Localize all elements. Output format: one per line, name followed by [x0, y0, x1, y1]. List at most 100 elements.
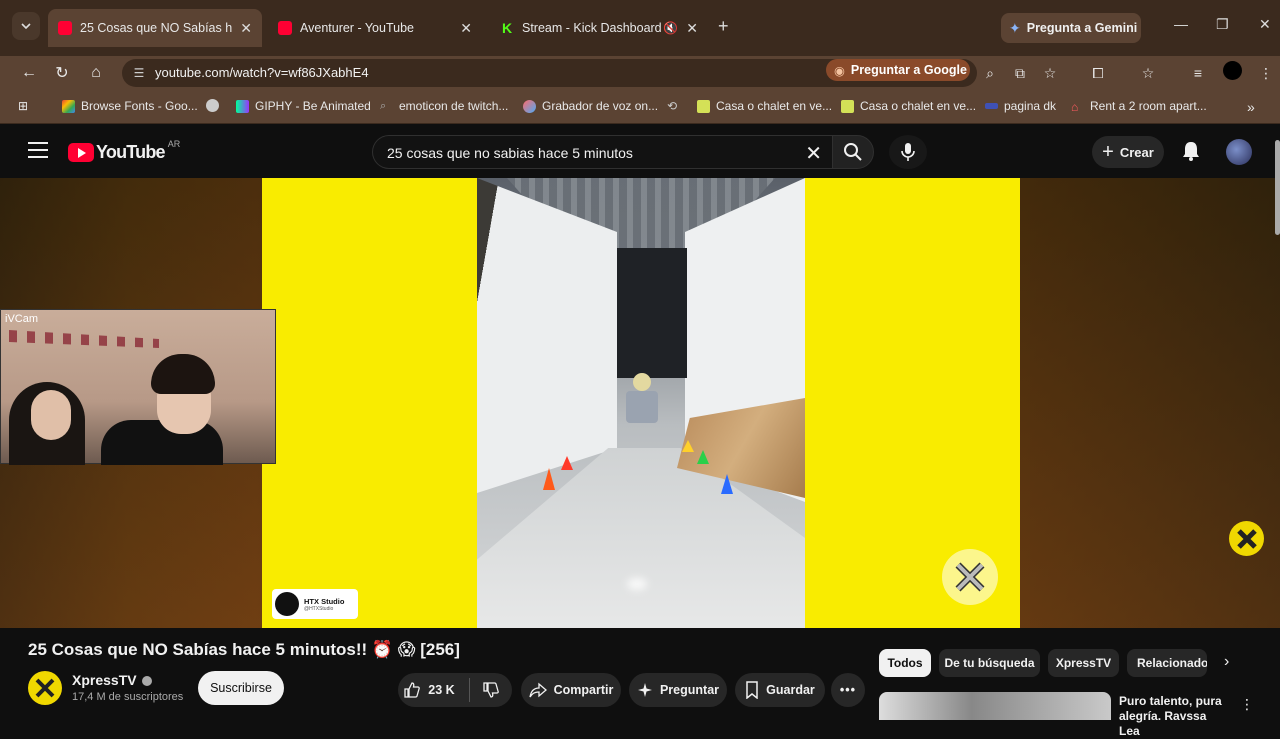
bookmarks-star-icon[interactable]: ☆ [1139, 64, 1157, 82]
hamburger-menu-icon[interactable] [28, 142, 48, 160]
gemini-button[interactable]: ✦ Pregunta a Gemini [1001, 13, 1141, 43]
country-code: AR [167, 138, 181, 149]
channel-name[interactable]: XpressTV [72, 672, 137, 688]
idealista-icon [697, 99, 710, 113]
window-close-button[interactable]: ✕ [1259, 16, 1271, 33]
watermark-handle: @HTXStudio [304, 605, 334, 612]
clear-search-icon[interactable]: ✕ [805, 141, 822, 166]
media-queue-icon[interactable]: ≡ [1189, 64, 1207, 82]
like-count: 23 K [428, 683, 455, 697]
subscribe-button[interactable]: Suscribirse [198, 671, 284, 705]
restore-button[interactable]: ❐ [1216, 16, 1229, 33]
more-bookmarks-icon[interactable]: » [1247, 99, 1255, 115]
back-arrow-icon[interactable]: ← [17, 61, 41, 85]
xpresstv-x-watermark-icon [942, 549, 998, 605]
menu-kebab-icon[interactable]: ⋮ [1257, 64, 1275, 82]
voice-search-button[interactable] [889, 135, 927, 169]
recommendation-title[interactable]: Puro talento, pura alegría. Ravssa Lea [1119, 694, 1229, 739]
bookmark-pagina-dk[interactable]: pagina dk [985, 99, 1056, 113]
chevron-right-icon[interactable]: › [1224, 653, 1229, 671]
create-button[interactable]: + Crear [1092, 136, 1164, 168]
bookmark-browse-fonts[interactable]: Browse Fonts - Goo... [62, 99, 198, 113]
close-icon[interactable]: ✕ [460, 20, 472, 37]
bookmark-star-icon[interactable]: ☆ [1041, 64, 1059, 82]
notifications-bell-icon[interactable] [1180, 140, 1202, 162]
share-arrow-icon [528, 682, 547, 698]
chevron-down-icon [21, 23, 31, 29]
search-input[interactable]: 25 cosas que no sabias hace 5 minutos ✕ [372, 135, 832, 169]
bookmark-giphy[interactable]: GIPHY - Be Animated [236, 99, 371, 113]
share-button[interactable]: Compartir [521, 673, 621, 707]
profile-avatar[interactable] [1223, 61, 1242, 80]
save-button[interactable]: Guardar [735, 673, 825, 707]
video-frame-left-pillar [262, 178, 477, 628]
channel-name-row[interactable]: XpressTV [72, 672, 152, 688]
ask-google-label: Preguntar a Google [850, 63, 967, 77]
idealista-icon [841, 99, 854, 113]
install-app-icon[interactable]: ⧉ [1011, 64, 1029, 82]
verified-check-icon [141, 676, 152, 687]
chip-related[interactable]: Relacionados [1127, 649, 1207, 677]
more-horizontal-icon: ••• [839, 683, 857, 697]
bookmark-casa-chalet-1[interactable]: Casa o chalet en ve... [697, 99, 832, 113]
watermark-title: HTX Studio [304, 596, 345, 606]
bookmark-history[interactable]: ⟲ [667, 99, 686, 113]
htx-studio-watermark: HTX Studio @HTXStudio [272, 589, 358, 619]
tab-aventurer[interactable]: Aventurer - YouTube ✕ [268, 11, 482, 45]
close-icon[interactable]: ✕ [240, 20, 252, 37]
recommendation-thumbnail[interactable] [879, 692, 1111, 720]
home-icon[interactable]: ⌂ [84, 61, 108, 85]
kart-rider [620, 373, 664, 433]
tab-title: Aventurer - YouTube [300, 21, 414, 35]
tab-kick-dashboard[interactable]: K Stream - Kick Dashboard 🔇 ✕ [490, 11, 708, 45]
streamer-right [101, 420, 223, 465]
muted-speaker-icon[interactable]: 🔇 [663, 21, 678, 35]
bookmark-casa-chalet-2[interactable]: Casa o chalet en ve... [841, 99, 976, 113]
search-query-text[interactable]: 25 cosas que no sabias hace 5 minutos [387, 145, 633, 161]
tab-youtube-video[interactable]: 25 Cosas que NO Sabías hace 5 ✕ [48, 9, 262, 47]
page-scrollbar[interactable] [1275, 140, 1280, 235]
chip-from-search[interactable]: De tu búsqueda [939, 649, 1040, 677]
webcam-label: iVCam [5, 313, 39, 325]
account-avatar[interactable] [1226, 139, 1252, 165]
video-title: 25 Cosas que NO Sabías hace 5 minutos!! … [28, 640, 460, 659]
youtube-icon [278, 21, 292, 35]
reload-icon[interactable]: ↻ [50, 61, 74, 85]
ask-google-button[interactable]: ◉ Preguntar a Google [826, 59, 970, 81]
search-button[interactable] [832, 135, 874, 169]
gemini-sparkle-icon: ✦ [1009, 19, 1021, 36]
airbnb-icon: ⌂ [1071, 99, 1079, 114]
url-text[interactable]: youtube.com/watch?v=wf86JXabhE4 [155, 65, 369, 80]
close-icon[interactable]: ✕ [686, 20, 698, 37]
new-tab-button[interactable]: + [718, 16, 729, 37]
minimize-button[interactable]: — [1174, 16, 1188, 32]
tab-search-menu-button[interactable] [12, 12, 40, 40]
zoom-icon[interactable]: ⌕ [981, 64, 999, 82]
apps-grid-icon[interactable]: ⊞ [18, 99, 28, 113]
recommendation-more-icon[interactable]: ⋮ [1240, 696, 1254, 713]
more-actions-button[interactable]: ••• [831, 673, 865, 707]
ask-label: Preguntar [659, 683, 720, 697]
channel-avatar[interactable] [28, 671, 62, 705]
like-button[interactable]: 23 K [403, 678, 470, 702]
chip-channel[interactable]: XpressTV [1048, 649, 1119, 677]
globe-icon [206, 99, 219, 112]
search-icon: ⌕ [380, 99, 387, 112]
bookmark-label: Grabador de voz on... [542, 99, 659, 113]
dk-icon [985, 103, 998, 109]
dislike-button[interactable] [470, 681, 507, 699]
site-settings-icon[interactable]: ☰ [130, 64, 148, 82]
voice-recorder-icon [523, 99, 536, 113]
plus-icon: + [1102, 140, 1114, 163]
youtube-wordmark: YouTube [96, 142, 166, 162]
bookmark-globe[interactable] [206, 99, 225, 112]
youtube-icon [58, 21, 72, 35]
bookmark-grabador-voz[interactable]: Grabador de voz on... [523, 99, 658, 113]
kick-icon: K [500, 20, 514, 36]
chip-all[interactable]: Todos [879, 649, 931, 677]
youtube-logo[interactable]: YouTube AR [68, 138, 181, 163]
bookmark-emoticon-twitch[interactable]: ⌕ emoticon de twitch... [380, 99, 508, 113]
bookmark-rent-room[interactable]: ⌂ Rent a 2 room apart... [1071, 99, 1207, 114]
extensions-icon[interactable]: ⧠ [1089, 64, 1107, 82]
ask-button[interactable]: Preguntar [629, 673, 727, 707]
